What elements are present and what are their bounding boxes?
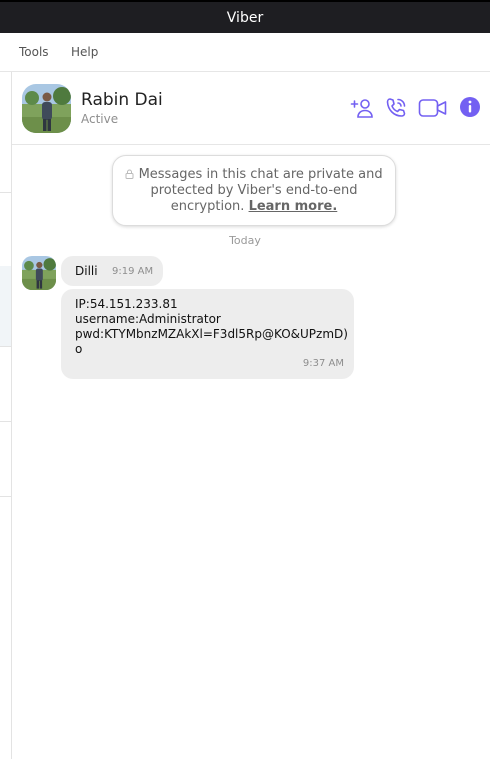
info-icon[interactable] xyxy=(459,96,481,122)
chat-header: Rabin Dai Active xyxy=(12,72,490,145)
message-text-line: pwd:KTYMbnzMZAkXl=F3dl5Rp@KO&UPzmD) xyxy=(75,327,348,341)
lock-icon xyxy=(125,167,138,182)
message-bubble[interactable]: Dilli 9:19 AM xyxy=(61,256,163,286)
contact-status: Active xyxy=(81,112,119,126)
message-time: 9:19 AM xyxy=(112,266,154,277)
sender-avatar[interactable] xyxy=(22,256,56,290)
divider xyxy=(0,192,11,193)
encryption-notice: Messages in this chat are private and pr… xyxy=(112,155,396,226)
contact-avatar[interactable] xyxy=(22,84,71,133)
menu-bar: Tools Help xyxy=(0,33,490,72)
contact-name: Rabin Dai xyxy=(81,90,163,110)
phone-icon[interactable] xyxy=(384,96,408,124)
message-sender-name: Dilli xyxy=(75,264,98,278)
window-title: Viber xyxy=(226,10,264,26)
divider xyxy=(0,421,11,422)
message-text-line: username:Administrator xyxy=(75,312,221,326)
divider xyxy=(0,496,11,497)
chat-list-sidebar[interactable] xyxy=(0,72,12,759)
message-text-line: IP:54.151.233.81 xyxy=(75,297,178,311)
add-contact-icon[interactable] xyxy=(350,96,374,124)
notice-text-line-2: protected by Viber's end-to-end xyxy=(150,183,358,198)
video-icon[interactable] xyxy=(418,96,448,124)
menu-item-tools[interactable]: Tools xyxy=(19,45,49,59)
title-bar: Viber xyxy=(0,0,490,33)
message-bubble[interactable]: IP:54.151.233.81 username:Administrator … xyxy=(61,289,354,379)
message-time: 9:37 AM xyxy=(302,358,344,369)
divider xyxy=(0,346,11,347)
notice-text-line-3: encryption. xyxy=(170,199,245,214)
menu-item-help[interactable]: Help xyxy=(71,45,98,59)
date-divider: Today xyxy=(229,234,261,247)
learn-more-link[interactable]: Learn more. xyxy=(249,199,338,214)
notice-text-line-1: Messages in this chat are private and xyxy=(138,167,383,182)
chat-list-item-selected[interactable] xyxy=(0,266,11,346)
message-text-line: o xyxy=(75,342,83,356)
